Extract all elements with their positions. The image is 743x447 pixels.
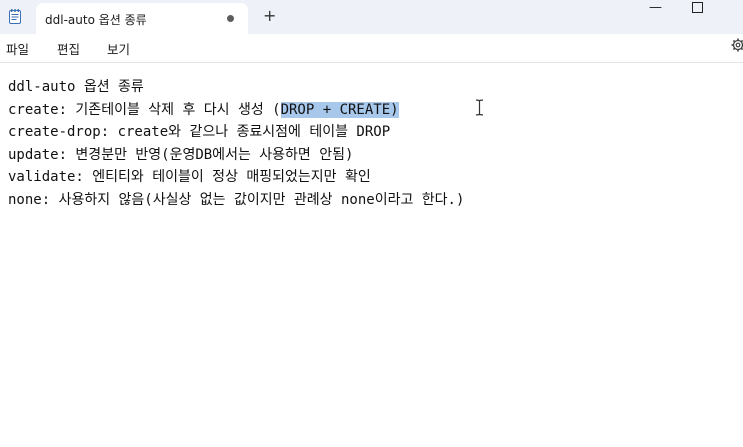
menu-view[interactable]: 보기 bbox=[107, 39, 130, 58]
menu-bar: 파일 편집 보기 bbox=[0, 34, 743, 60]
tab-ddl-auto[interactable]: ddl-auto 옵션 종류 bbox=[36, 3, 248, 34]
gear-icon[interactable] bbox=[731, 38, 743, 52]
unsaved-dot-icon[interactable] bbox=[227, 15, 234, 22]
text-cursor-icon bbox=[475, 99, 484, 116]
minimize-button[interactable]: — bbox=[649, 0, 662, 18]
maximize-icon[interactable] bbox=[692, 2, 703, 13]
menu-file[interactable]: 파일 bbox=[6, 39, 29, 58]
editor-line-3: create-drop: create와 같으나 종료시점에 테이블 DROP bbox=[8, 124, 391, 140]
notepad-icon bbox=[9, 9, 21, 24]
editor-line-2-text: create: 기존테이블 삭제 후 다시 생성 ( bbox=[8, 101, 281, 118]
editor-line-6: none: 사용하지 않음(사실상 없는 값이지만 관례상 none이라고 한다… bbox=[8, 191, 465, 208]
text-editor[interactable]: ddl-auto 옵션 종류 create: 기존테이블 삭제 후 다시 생성 … bbox=[0, 63, 743, 447]
title-bar: ddl-auto 옵션 종류 + — bbox=[0, 0, 743, 34]
new-tab-button[interactable]: + bbox=[263, 7, 276, 25]
tab-title: ddl-auto 옵션 종류 bbox=[45, 13, 147, 27]
editor-line-2: create: 기존테이블 삭제 후 다시 생성 (DROP + CREATE) bbox=[8, 99, 464, 122]
editor-line-1: ddl-auto 옵션 종류 bbox=[8, 79, 144, 95]
selected-text: DROP + CREATE) bbox=[280, 101, 399, 118]
editor-line-5: validate: 엔티티와 테이블이 정상 매핑되었는지만 확인 bbox=[8, 169, 371, 185]
editor-line-4: update: 변경분만 반영(운영DB에서는 사용하면 안됨) bbox=[8, 146, 354, 163]
menu-edit[interactable]: 편집 bbox=[57, 39, 80, 58]
notepad-window: ddl-auto 옵션 종류 + — 파일 편집 보기 ddl-auto 옵션 … bbox=[0, 0, 743, 447]
editor-content[interactable]: ddl-auto 옵션 종류 create: 기존테이블 삭제 후 다시 생성 … bbox=[8, 76, 464, 211]
